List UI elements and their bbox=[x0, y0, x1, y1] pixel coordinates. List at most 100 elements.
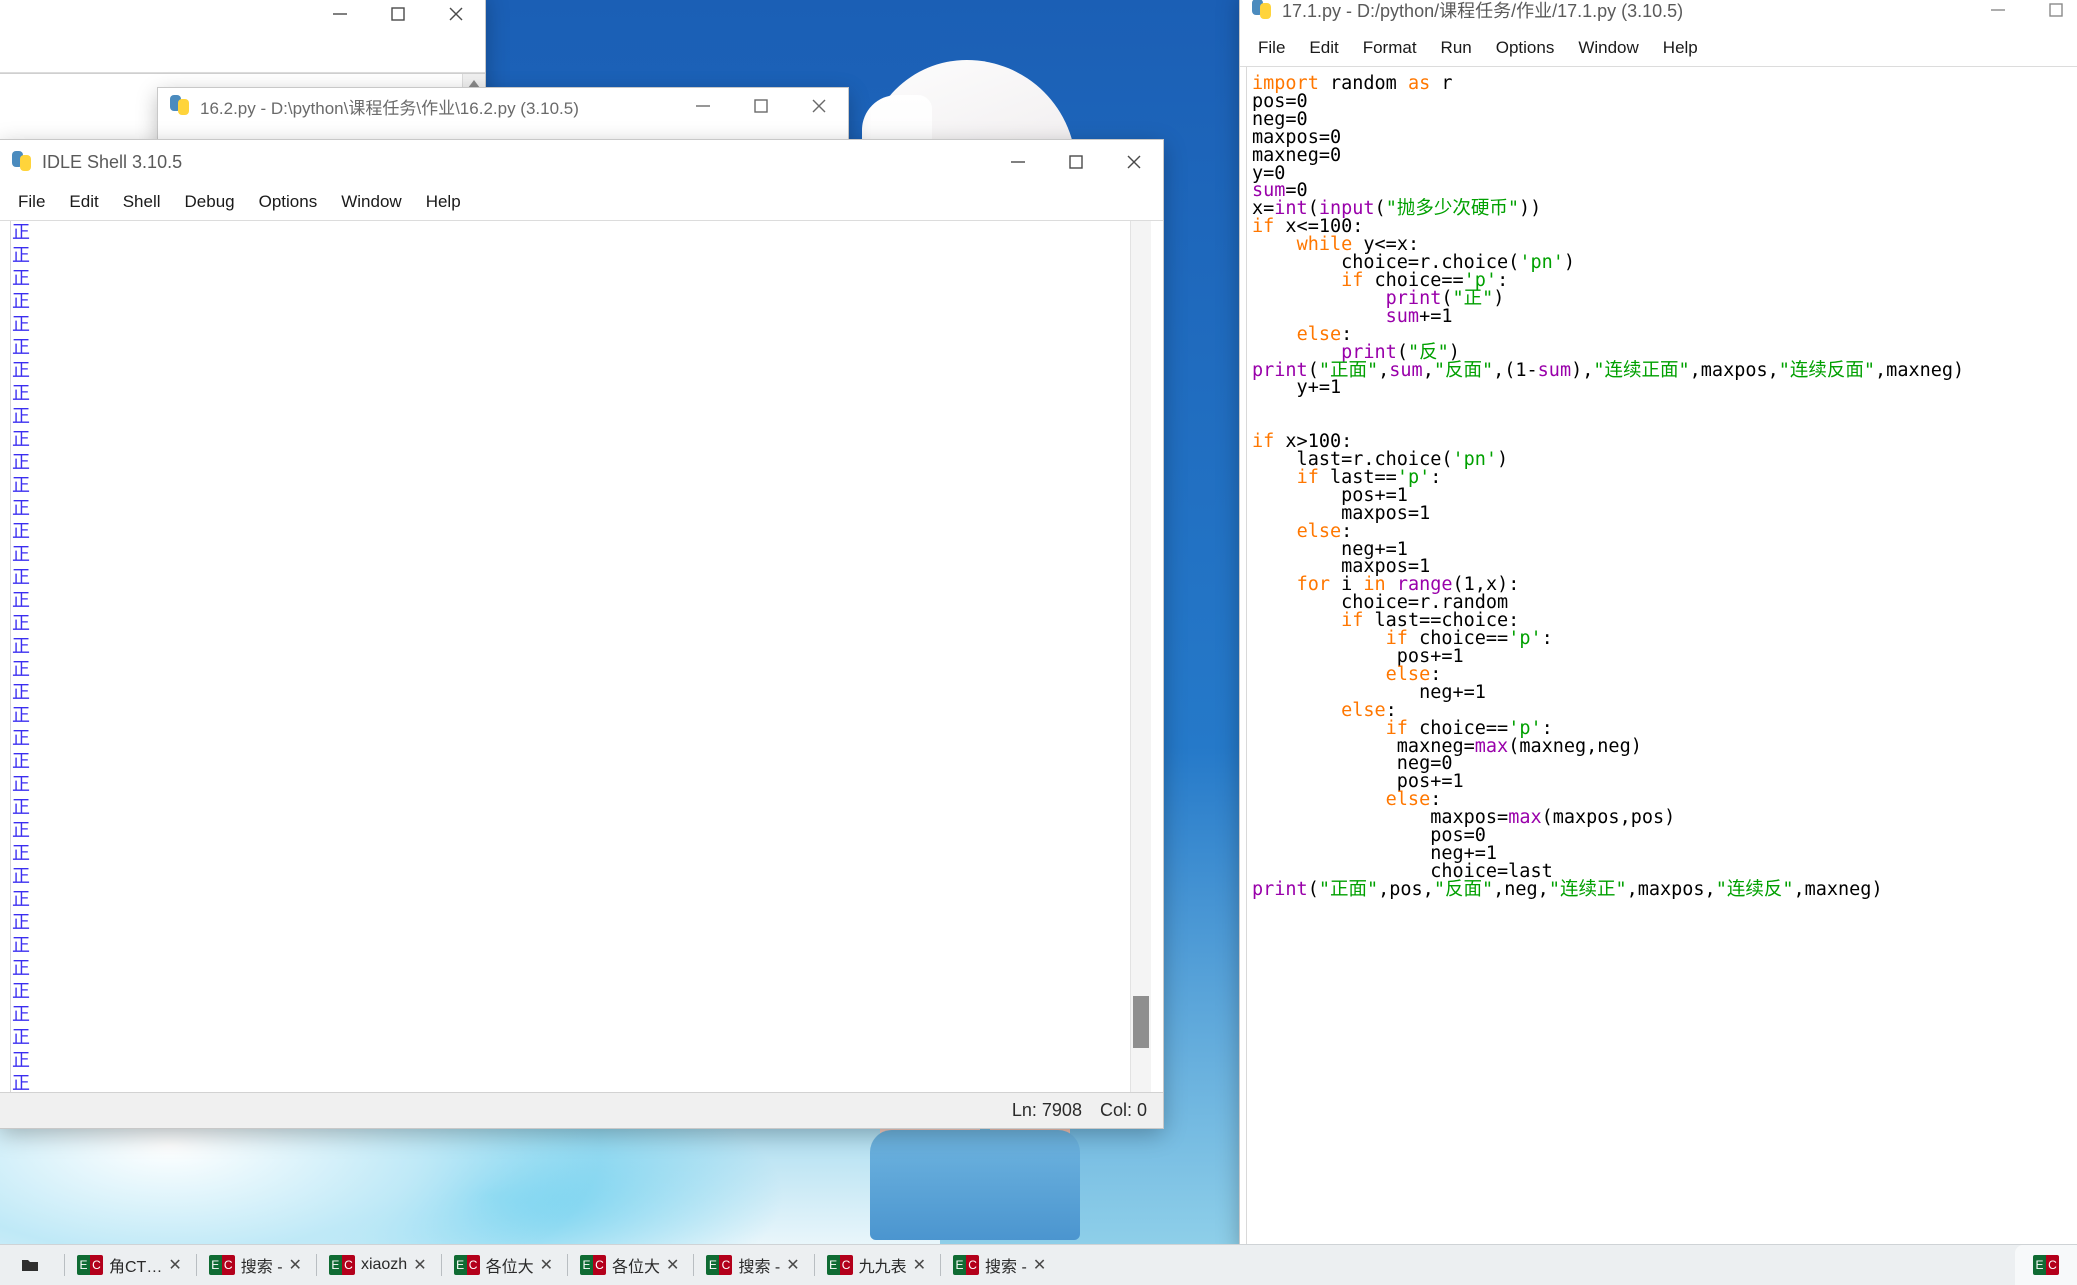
window-controls[interactable] bbox=[1969, 0, 2077, 32]
titlebar-idle-shell[interactable]: IDLE Shell 3.10.5 bbox=[0, 140, 1163, 184]
taskbar-separator bbox=[813, 1254, 815, 1276]
minimize-button[interactable] bbox=[674, 88, 732, 124]
titlebar-16-3-py[interactable]: 务\作业\16.3.py (3.10.5) bbox=[0, 0, 485, 36]
editor-margin-rule bbox=[1246, 67, 1247, 1249]
taskbar-item-close-icon[interactable]: ✕ bbox=[168, 1255, 181, 1275]
minimize-button[interactable] bbox=[989, 140, 1047, 184]
window-controls[interactable] bbox=[989, 140, 1163, 184]
taskbar-item-label: 各位大 bbox=[612, 1259, 661, 1276]
menu-edit[interactable]: Edit bbox=[57, 189, 110, 215]
menu-window[interactable]: Window bbox=[329, 189, 413, 215]
taskbar-item-label: 各位大 bbox=[485, 1259, 534, 1276]
menu-options[interactable]: Options bbox=[1484, 35, 1567, 61]
app-icon: EC bbox=[706, 1255, 733, 1275]
maximize-button[interactable] bbox=[369, 0, 427, 36]
app-icon: EC bbox=[580, 1255, 607, 1275]
window-title: 16.2.py - D:\python\课程任务\作业\16.2.py (3.1… bbox=[200, 98, 579, 118]
status-column-number: Col: 0 bbox=[1099, 1100, 1147, 1120]
taskbar-item-label: 搜索 - bbox=[738, 1259, 781, 1276]
taskbar-item-close-icon[interactable]: ✕ bbox=[413, 1255, 426, 1275]
titlebar-16-2-py[interactable]: 16.2.py - D:\python\课程任务\作业\16.2.py (3.1… bbox=[158, 88, 848, 124]
taskbar-item-label: xiaozh bbox=[360, 1256, 408, 1273]
taskbar-separator bbox=[567, 1254, 569, 1276]
taskbar-overflow[interactable]: EC bbox=[2015, 1245, 2077, 1285]
window-idle-shell[interactable]: IDLE Shell 3.10.5 File Edit Shell Debug … bbox=[0, 140, 1163, 1128]
taskbar-item-close-icon[interactable]: ✕ bbox=[540, 1255, 553, 1275]
menu-run[interactable]: Run bbox=[1429, 35, 1484, 61]
shell-status-bar: Ln: 7908 Col: 0 bbox=[0, 1092, 1163, 1128]
menu-format[interactable]: Format bbox=[1351, 35, 1429, 61]
folder-icon bbox=[22, 1260, 38, 1271]
close-button[interactable] bbox=[790, 88, 848, 124]
taskbar-separator bbox=[315, 1254, 317, 1276]
taskbar-item-close-icon[interactable]: ✕ bbox=[289, 1255, 302, 1275]
python-icon bbox=[12, 151, 34, 173]
scroll-up-icon[interactable] bbox=[468, 80, 480, 88]
shell-scrollbar-thumb[interactable] bbox=[1133, 996, 1149, 1048]
taskbar-separator bbox=[195, 1254, 197, 1276]
taskbar-item[interactable]: E C 搜索 - ✕ bbox=[201, 1245, 312, 1285]
close-button[interactable] bbox=[427, 0, 485, 36]
app-icon: EC bbox=[953, 1255, 980, 1275]
taskbar-item[interactable]: E C xiaozh ✕ bbox=[321, 1245, 437, 1285]
menubar-16-3-py[interactable]: Options Window Help bbox=[0, 36, 485, 73]
python-icon bbox=[1252, 0, 1274, 21]
taskbar-item-label: 九九表 bbox=[858, 1259, 907, 1276]
taskbar-item-close-icon[interactable]: ✕ bbox=[786, 1255, 799, 1275]
window-controls[interactable] bbox=[674, 88, 848, 124]
taskbar-start-area[interactable] bbox=[0, 1245, 60, 1285]
taskbar-item[interactable]: E C 搜索 - ✕ bbox=[945, 1245, 1056, 1285]
close-button[interactable] bbox=[1105, 140, 1163, 184]
menu-help[interactable]: Help bbox=[1651, 35, 1710, 61]
window-title: 17.1.py - D:/python/课程任务/作业/17.1.py (3.1… bbox=[1282, 1, 1684, 21]
maximize-button[interactable] bbox=[2027, 0, 2077, 32]
status-line-number: Ln: 7908 bbox=[1011, 1100, 1082, 1120]
menu-options[interactable]: Options bbox=[247, 189, 330, 215]
taskbar-item[interactable]: E C 各位大 ✕ bbox=[446, 1245, 563, 1285]
taskbar-item[interactable]: E C 搜索 - ✕ bbox=[698, 1245, 809, 1285]
python-icon bbox=[170, 95, 192, 117]
taskbar[interactable]: E C 角CT… ✕ E C 搜索 - ✕ E C xiaozh ✕ E C 各位大 ✕ E C 各位大 ✕ E C 搜索 … bbox=[0, 1244, 2077, 1285]
minimize-button[interactable] bbox=[1969, 0, 2027, 32]
taskbar-item[interactable]: E C 角CT… ✕ bbox=[69, 1245, 192, 1285]
titlebar-17-1-py[interactable]: 17.1.py - D:/python/课程任务/作业/17.1.py (3.1… bbox=[1240, 0, 2077, 30]
taskbar-item[interactable]: E C 各位大 ✕ bbox=[572, 1245, 689, 1285]
shell-output-text: 正 正 正 正 正 正 正 正 正 正 正 正 正 正 正 正 正 正 正 正 … bbox=[12, 222, 30, 1094]
taskbar-separator bbox=[693, 1254, 695, 1276]
maximize-button[interactable] bbox=[1047, 140, 1105, 184]
menubar-idle-shell[interactable]: File Edit Shell Debug Options Window Hel… bbox=[0, 184, 1163, 221]
taskbar-items[interactable]: E C 角CT… ✕ E C 搜索 - ✕ E C xiaozh ✕ E C 各位大 ✕ E C 各位大 ✕ E C 搜索 … bbox=[60, 1245, 1056, 1285]
app-icon: EC bbox=[328, 1255, 355, 1275]
taskbar-item-close-icon[interactable]: ✕ bbox=[666, 1255, 679, 1275]
taskbar-item[interactable]: E C 九九表 ✕ bbox=[819, 1245, 936, 1285]
window-16-2-py[interactable]: 16.2.py - D:\python\课程任务\作业\16.2.py (3.1… bbox=[158, 88, 848, 144]
menu-file[interactable]: File bbox=[6, 189, 57, 215]
shell-output-area[interactable]: 正 正 正 正 正 正 正 正 正 正 正 正 正 正 正 正 正 正 正 正 … bbox=[0, 221, 1163, 1094]
editor-code-area[interactable]: import random as r pos=0 neg=0 maxpos=0 … bbox=[1240, 67, 2077, 1249]
app-icon: EC bbox=[77, 1255, 103, 1275]
taskbar-item-close-icon[interactable]: ✕ bbox=[913, 1255, 926, 1275]
menu-edit[interactable]: Edit bbox=[1297, 35, 1350, 61]
menubar-17-1-py[interactable]: File Edit Format Run Options Window Help bbox=[1240, 30, 2077, 67]
taskbar-separator bbox=[440, 1254, 442, 1276]
taskbar-item-close-icon[interactable]: ✕ bbox=[1033, 1255, 1046, 1275]
minimize-button[interactable] bbox=[311, 0, 369, 36]
wallpaper-character-shorts bbox=[870, 1130, 1080, 1240]
taskbar-separator bbox=[64, 1254, 65, 1276]
menu-file[interactable]: File bbox=[1246, 35, 1297, 61]
window-17-1-py[interactable]: 17.1.py - D:/python/课程任务/作业/17.1.py (3.1… bbox=[1240, 0, 2077, 1249]
maximize-button[interactable] bbox=[732, 88, 790, 124]
window-controls[interactable] bbox=[311, 0, 485, 36]
taskbar-separator bbox=[940, 1254, 942, 1276]
shell-vertical-scrollbar[interactable] bbox=[1130, 221, 1151, 1094]
taskbar-item-label: 搜索 - bbox=[240, 1259, 283, 1276]
app-icon: EC bbox=[208, 1255, 235, 1275]
menu-shell[interactable]: Shell bbox=[111, 189, 173, 215]
menu-debug[interactable]: Debug bbox=[173, 189, 247, 215]
app-icon: EC bbox=[826, 1255, 853, 1275]
menu-window[interactable]: Window bbox=[1566, 35, 1650, 61]
menu-help[interactable]: Help bbox=[414, 189, 473, 215]
app-icon: EC bbox=[453, 1255, 480, 1275]
window-title: IDLE Shell 3.10.5 bbox=[42, 151, 183, 172]
taskbar-item-label: 角CT… bbox=[109, 1259, 163, 1276]
